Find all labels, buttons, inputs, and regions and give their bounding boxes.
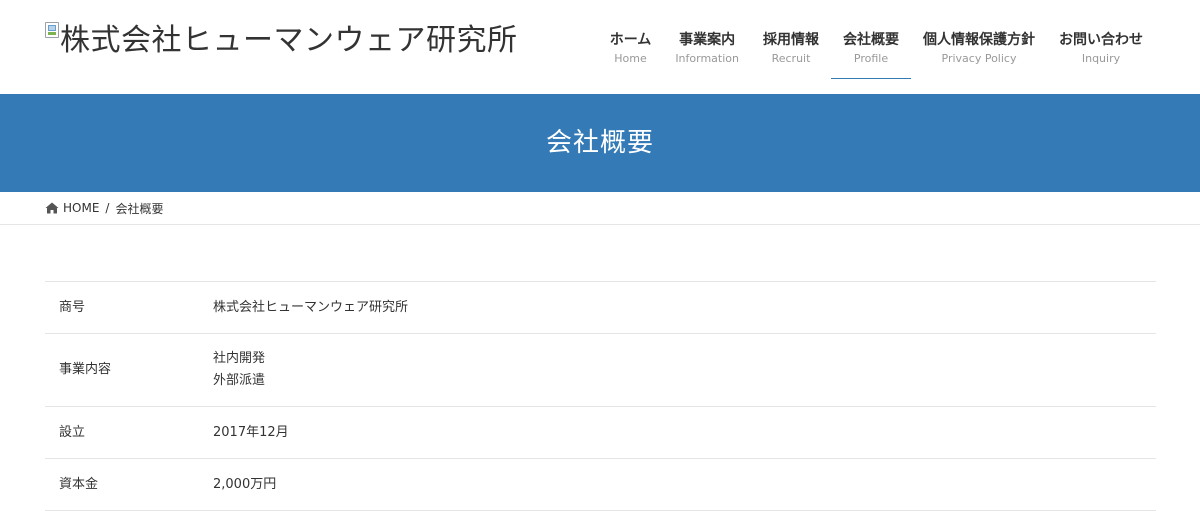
page-title: 会社概要 [545,128,654,158]
value-line: 株式会社ヒューマンウェア研究所 [213,299,409,315]
nav-label: 事業案内 [679,32,736,48]
breadcrumb-separator: / [105,201,110,215]
nav-label: 採用情報 [763,32,819,48]
nav-label: ホーム [609,32,652,48]
nav-sublabel: Inquiry [1081,52,1121,65]
row-label: 資本金 [45,458,213,511]
table-row: 商号 株式会社ヒューマンウェア研究所 [45,281,1156,334]
breadcrumb: HOME / 会社概要 [45,192,1200,224]
nav-sublabel: Information [675,52,739,65]
row-label: 事業内容 [45,333,213,407]
row-value: 社内開発 外部派遣 [213,333,1156,407]
table-row: 事業内容 社内開発 外部派遣 [45,333,1156,407]
page-header: 会社概要 [0,94,1200,192]
main-content: 商号 株式会社ヒューマンウェア研究所 事業内容 社内開発 外部派遣 設立 201… [0,225,1200,511]
nav-label: お問い合わせ [1059,32,1143,48]
nav-item-inquiry[interactable]: お問い合わせ Inquiry [1047,22,1155,78]
row-value: 2,000万円 [213,458,1156,511]
home-icon [45,202,59,214]
breadcrumb-home-link[interactable]: HOME [63,201,99,215]
nav-item-privacy-policy[interactable]: 個人情報保護方針 Privacy Policy [911,22,1047,78]
table-row: 資本金 2,000万円 [45,458,1156,511]
breadcrumb-current: 会社概要 [115,201,164,216]
row-value: 2017年12月 [213,406,1156,459]
nav-item-profile[interactable]: 会社概要 Profile [831,22,911,79]
value-line: 2017年12月 [213,424,289,440]
row-label: 設立 [45,406,213,459]
broken-image-icon [45,22,59,38]
table-row: 設立 2017年12月 [45,406,1156,459]
nav-item-recruit[interactable]: 採用情報 Recruit [751,22,831,78]
global-nav: ホーム Home 事業案内 Information 採用情報 Recruit 会… [598,22,1155,79]
breadcrumb-bar: HOME / 会社概要 [0,192,1200,225]
logo-text: 株式会社ヒューマンウェア研究所 [60,23,518,58]
row-value: 株式会社ヒューマンウェア研究所 [213,281,1156,334]
nav-item-information[interactable]: 事業案内 Information [663,22,751,78]
value-line: 外部派遣 [213,373,266,388]
nav-label: 個人情報保護方針 [923,32,1035,48]
site-header: 株式会社ヒューマンウェア研究所 ホーム Home 事業案内 Informatio… [0,0,1200,94]
nav-item-home[interactable]: ホーム Home [598,22,664,78]
nav-label: 会社概要 [843,32,899,48]
company-profile-table: 商号 株式会社ヒューマンウェア研究所 事業内容 社内開発 外部派遣 設立 201… [45,281,1156,511]
value-line: 社内開発 [213,351,266,366]
nav-sublabel: Privacy Policy [941,52,1017,65]
value-line: 2,000万円 [213,476,277,492]
nav-sublabel: Profile [853,52,889,65]
site-logo[interactable]: 株式会社ヒューマンウェア研究所 [45,19,518,63]
nav-sublabel: Recruit [771,52,811,65]
nav-sublabel: Home [614,52,647,65]
row-label: 商号 [45,281,213,334]
